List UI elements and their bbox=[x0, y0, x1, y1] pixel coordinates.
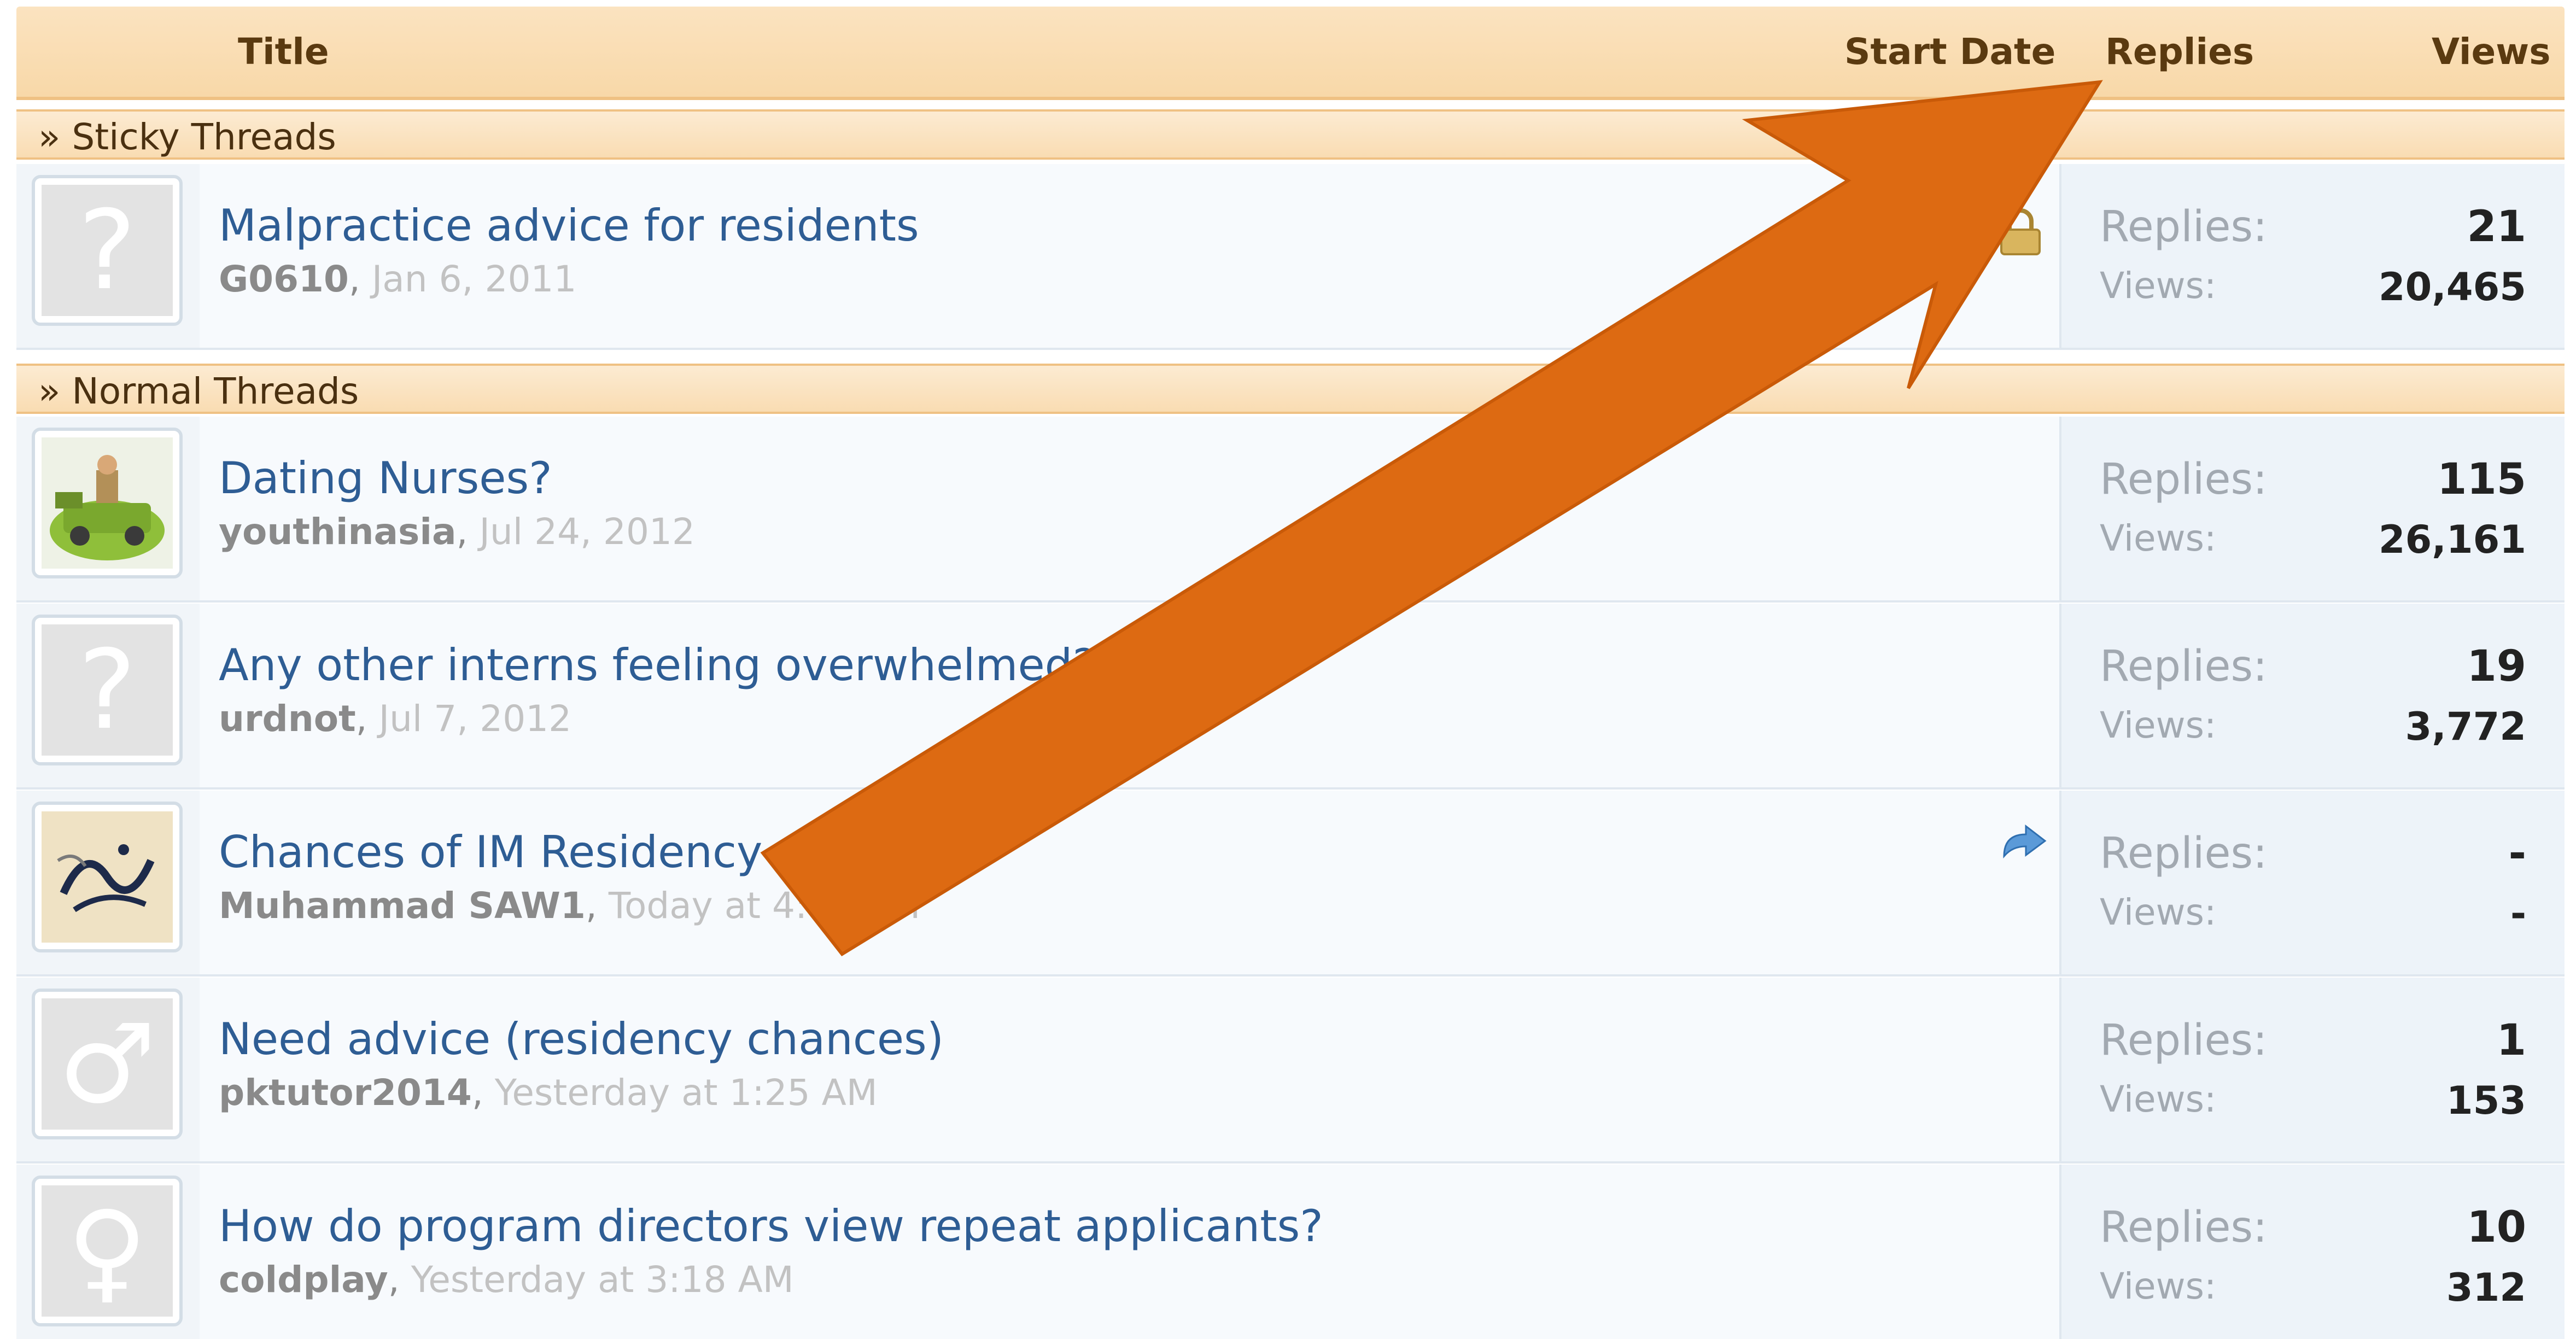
thread-start-date[interactable]: Jul 24, 2012 bbox=[479, 511, 695, 553]
views-label: Views: bbox=[2100, 891, 2217, 933]
replies-label: Replies: bbox=[2100, 642, 2268, 691]
thread-meta: urdnot, Jul 7, 2012 bbox=[219, 698, 572, 740]
thread-stats: Replies: 21 Views: 20,465 bbox=[2059, 164, 2565, 348]
thread-row: ? Malpractice advice for residents G0610… bbox=[16, 164, 2565, 350]
replies-label: Replies: bbox=[2100, 1203, 2268, 1252]
replies-label: Replies: bbox=[2100, 455, 2268, 504]
views-count: - bbox=[2510, 891, 2526, 936]
thread-author-link[interactable]: youthinasia bbox=[219, 511, 456, 553]
thread-row: Dating Nurses? youthinasia, Jul 24, 2012… bbox=[16, 417, 2565, 603]
avatar-cell bbox=[16, 417, 200, 600]
thread-author-link[interactable]: Muhammad SAW1 bbox=[219, 885, 586, 927]
thread-title-link[interactable]: Chances of IM Residency bbox=[219, 827, 762, 878]
thread-meta: Muhammad SAW1, Today at 4:02 AM bbox=[219, 885, 921, 927]
avatar-cell: ♀ bbox=[16, 1165, 200, 1339]
thread-row: ? Any other interns feeling overwhelmed?… bbox=[16, 604, 2565, 790]
views-count: 3,772 bbox=[2405, 704, 2526, 749]
avatar[interactable]: ♂ bbox=[32, 989, 183, 1139]
lock-icon bbox=[2000, 208, 2041, 255]
sticky-threads-section: » Sticky Threads bbox=[16, 109, 2565, 160]
avatar-cell: ? bbox=[16, 604, 200, 787]
thread-start-date[interactable]: Yesterday at 1:25 AM bbox=[495, 1072, 878, 1114]
thread-stats: Replies: 115 Views: 26,161 bbox=[2059, 417, 2565, 600]
replies-label: Replies: bbox=[2100, 829, 2268, 878]
replies-count: 10 bbox=[2467, 1203, 2526, 1252]
views-count: 20,465 bbox=[2378, 265, 2526, 309]
thread-stats: Replies: 19 Views: 3,772 bbox=[2059, 604, 2565, 787]
replies-count: - bbox=[2508, 829, 2526, 878]
calligraphy-avatar bbox=[42, 811, 173, 943]
thread-author-link[interactable]: G0610 bbox=[219, 258, 349, 300]
section-label: » Sticky Threads bbox=[38, 116, 336, 158]
thread-meta: coldplay, Yesterday at 3:18 AM bbox=[219, 1259, 794, 1301]
replies-label: Replies: bbox=[2100, 202, 2268, 252]
views-label: Views: bbox=[2100, 265, 2217, 307]
sort-by-start-date[interactable]: Start Date bbox=[1844, 31, 2055, 73]
avatar-cell bbox=[16, 791, 200, 974]
avatar[interactable] bbox=[32, 802, 183, 952]
question-mark-icon: ? bbox=[42, 185, 173, 316]
thread-start-date[interactable]: Jan 6, 2011 bbox=[372, 258, 577, 300]
thread-author-link[interactable]: urdnot bbox=[219, 698, 356, 740]
thread-author-link[interactable]: coldplay bbox=[219, 1259, 388, 1301]
thread-row: ♀ How do program directors view repeat a… bbox=[16, 1165, 2565, 1339]
avatar[interactable]: ? bbox=[32, 615, 183, 765]
replies-count: 21 bbox=[2467, 202, 2526, 252]
replies-count: 1 bbox=[2496, 1016, 2526, 1065]
avatar[interactable]: ? bbox=[32, 175, 183, 326]
question-mark-icon: ? bbox=[42, 624, 173, 756]
sort-by-title[interactable]: Title bbox=[238, 31, 329, 73]
avatar[interactable]: ♀ bbox=[32, 1176, 183, 1326]
normal-threads-section: » Normal Threads bbox=[16, 364, 2565, 414]
views-count: 26,161 bbox=[2378, 517, 2526, 562]
views-count: 153 bbox=[2446, 1078, 2526, 1123]
thread-list-header: Title Start Date Replies Views bbox=[16, 7, 2565, 100]
replies-label: Replies: bbox=[2100, 1016, 2268, 1065]
thread-title-link[interactable]: Any other interns feeling overwhelmed? bbox=[219, 640, 1096, 691]
redirect-arrow-icon bbox=[2003, 824, 2047, 859]
views-label: Views: bbox=[2100, 1078, 2217, 1120]
thread-list-page: Title Start Date Replies Views » Sticky … bbox=[0, 0, 2576, 1339]
views-count: 312 bbox=[2446, 1265, 2526, 1310]
thread-stats: Replies: 1 Views: 153 bbox=[2059, 978, 2565, 1161]
thread-start-date[interactable]: Today at 4:02 AM bbox=[609, 885, 920, 927]
female-symbol-icon: ♀ bbox=[42, 1185, 173, 1317]
avatar[interactable] bbox=[32, 428, 183, 578]
thread-meta: G0610, Jan 6, 2011 bbox=[219, 258, 577, 300]
thread-title-link[interactable]: Need advice (residency chances) bbox=[219, 1014, 944, 1065]
thread-meta: youthinasia, Jul 24, 2012 bbox=[219, 511, 695, 553]
thread-row: Chances of IM Residency Muhammad SAW1, T… bbox=[16, 791, 2565, 977]
section-label: » Normal Threads bbox=[38, 370, 359, 412]
avatar-cell: ♂ bbox=[16, 978, 200, 1161]
thread-author-link[interactable]: pktutor2014 bbox=[219, 1072, 472, 1114]
user-photo-avatar bbox=[42, 437, 173, 569]
thread-stats: Replies: 10 Views: 312 bbox=[2059, 1165, 2565, 1339]
thread-title-link[interactable]: How do program directors view repeat app… bbox=[219, 1201, 1323, 1252]
sort-by-replies[interactable]: Replies bbox=[2105, 31, 2254, 73]
thread-title-link[interactable]: Dating Nurses? bbox=[219, 453, 552, 504]
thread-stats: Replies: - Views: - bbox=[2059, 791, 2565, 974]
thread-row: ♂ Need advice (residency chances) pktuto… bbox=[16, 978, 2565, 1163]
views-label: Views: bbox=[2100, 517, 2217, 559]
replies-count: 19 bbox=[2467, 642, 2526, 691]
thread-title-link[interactable]: Malpractice advice for residents bbox=[219, 200, 919, 251]
views-label: Views: bbox=[2100, 704, 2217, 746]
views-label: Views: bbox=[2100, 1265, 2217, 1307]
thread-meta: pktutor2014, Yesterday at 1:25 AM bbox=[219, 1072, 878, 1114]
replies-count: 115 bbox=[2437, 455, 2526, 504]
sort-by-views[interactable]: Views bbox=[2432, 31, 2551, 73]
male-symbol-icon: ♂ bbox=[42, 998, 173, 1130]
thread-start-date[interactable]: Jul 7, 2012 bbox=[379, 698, 572, 740]
thread-start-date[interactable]: Yesterday at 3:18 AM bbox=[411, 1259, 794, 1301]
avatar-cell: ? bbox=[16, 164, 200, 348]
